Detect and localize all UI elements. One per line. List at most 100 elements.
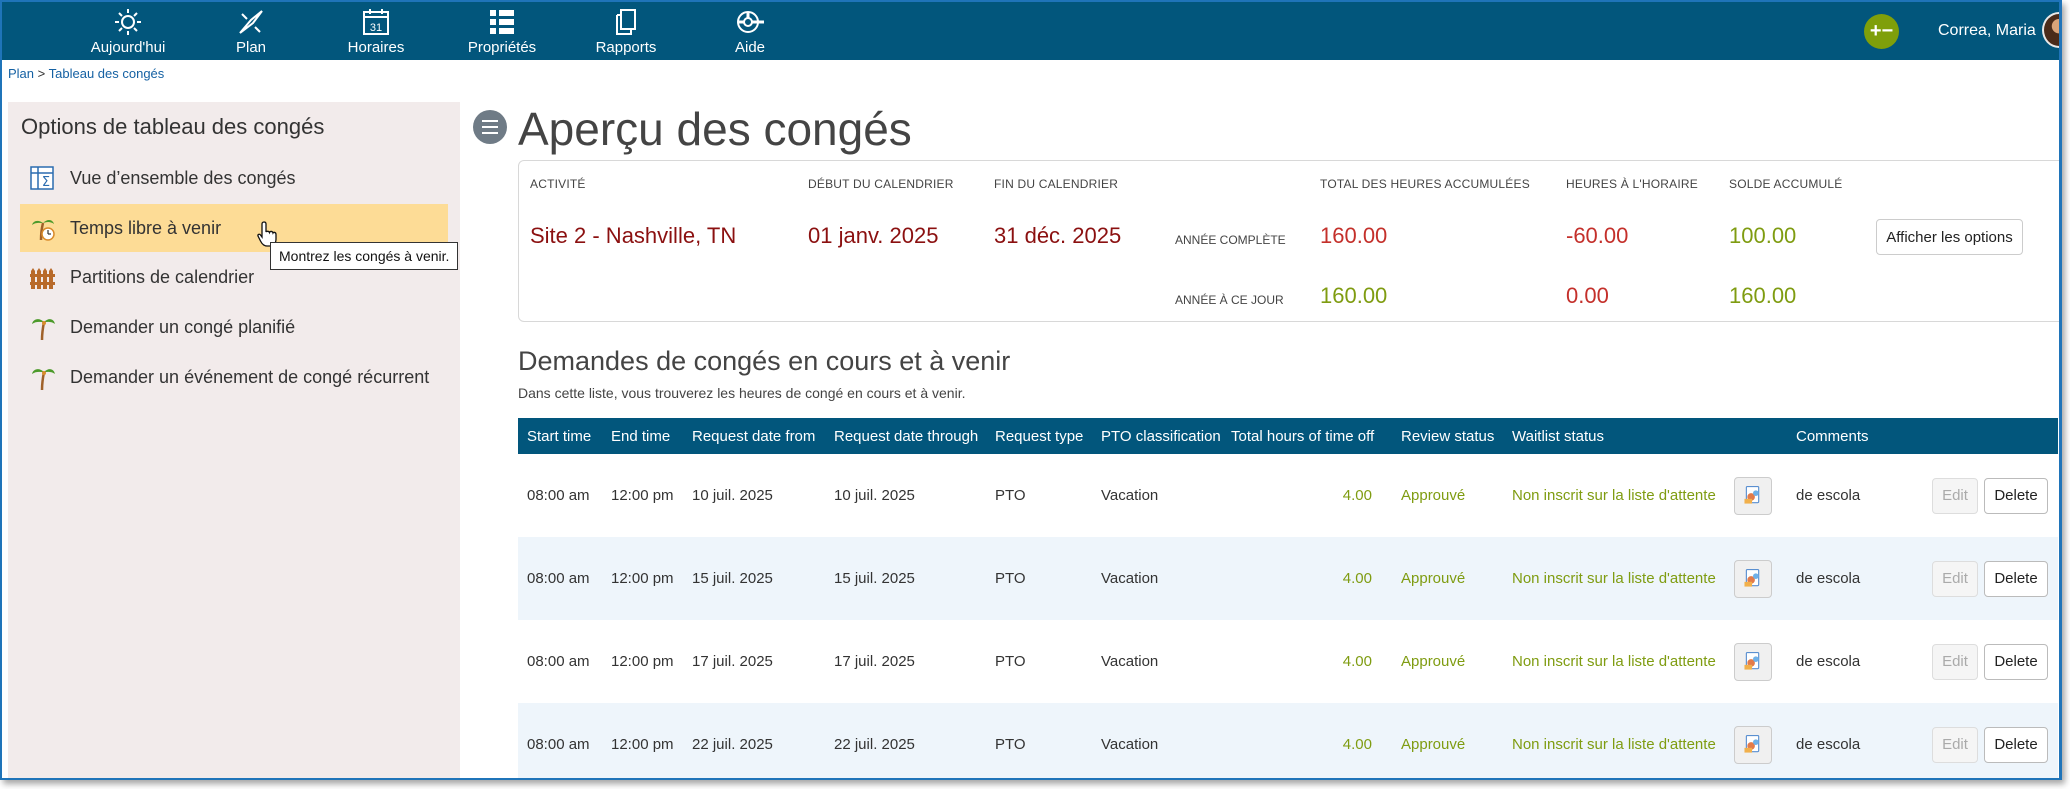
comments-cell: de escola (1796, 570, 1861, 587)
actions-cell: Edit Delete (1915, 537, 2058, 620)
edit-button[interactable]: Edit (1932, 477, 1978, 514)
waitlist-status-cell: Non inscrit sur la liste d'attente (1512, 570, 1716, 587)
section-title: Demandes de congés en cours et à venir (518, 346, 1011, 376)
nav-label: Rapports (595, 39, 657, 56)
documents-icon (616, 9, 636, 35)
sidebar-item-label: Temps libre à venir (70, 218, 222, 238)
show-options-button[interactable]: Afficher les options (1876, 219, 2023, 255)
start-time-cell: 08:00 am (527, 736, 590, 753)
header-accrued-balance: SOLDE ACCUMULÉ (1729, 177, 1843, 191)
request-type-cell: PTO (995, 570, 1026, 587)
user-name[interactable]: Correa, Maria (1938, 22, 2036, 40)
pto-classification-cell: Vacation (1101, 570, 1159, 587)
palm-tree-icon (32, 319, 55, 341)
column-header[interactable]: Request date from (683, 418, 825, 454)
waitlist-status-cell: Non inscrit sur la liste d'attente (1512, 736, 1716, 753)
delete-button[interactable]: Delete (1984, 726, 2048, 763)
hamburger-menu-icon[interactable] (473, 110, 507, 144)
column-header[interactable]: Review status (1392, 418, 1503, 454)
request-date-from-cell: 22 juil. 2025 (692, 736, 773, 753)
top-navigation-bar: Aujourd'hui Plan 31 Horaires Propriétés … (2, 2, 2059, 60)
column-header[interactable]: Waitlist status (1503, 418, 1725, 454)
full-year-label: ANNÉE COMPLÈTE (1175, 233, 1286, 247)
total-hours-cell: 4.00 (1342, 487, 1372, 504)
column-header[interactable]: PTO classification (1092, 418, 1222, 454)
delete-button[interactable]: Delete (1984, 560, 2048, 597)
nav-label: Plan (235, 39, 267, 56)
sidebar-item-label: Partitions de calendrier (70, 267, 255, 287)
actions-cell: Edit Delete (1915, 620, 2058, 703)
review-status-cell: Approuvé (1401, 570, 1466, 587)
breadcrumb-root-link[interactable]: Plan (8, 66, 34, 81)
sidebar-item-request-recurring-leave[interactable]: Demander un événement de congé récurrent (20, 353, 448, 401)
request-date-from-cell: 10 juil. 2025 (692, 487, 773, 504)
details-cell (1725, 703, 1787, 778)
delete-button[interactable]: Delete (1984, 477, 2048, 514)
table-row[interactable]: 08:00 am 12:00 pm 10 juil. 2025 10 juil.… (518, 454, 2058, 537)
header-calendar-start: DÉBUT DU CALENDRIER (808, 177, 954, 191)
end-time-cell: 12:00 pm (611, 487, 674, 504)
edit-button[interactable]: Edit (1932, 643, 1978, 680)
request-date-through-cell: 15 juil. 2025 (834, 570, 915, 587)
request-details-button[interactable] (1734, 476, 1772, 515)
sidebar: Options de tableau des congés Σ Vue d’en… (8, 102, 460, 778)
details-cell (1725, 537, 1787, 620)
request-type-cell: PTO (995, 736, 1026, 753)
header-calendar-end: FIN DU CALENDRIER (994, 177, 1119, 191)
sidebar-item-leave-overview[interactable]: Σ Vue d’ensemble des congés (20, 154, 448, 202)
request-details-button[interactable] (1734, 559, 1772, 598)
breadcrumb-current-link[interactable]: Tableau des congés (49, 66, 165, 81)
compass-icon (239, 10, 263, 34)
column-header[interactable]: Start time (518, 418, 602, 454)
details-icon (1744, 568, 1760, 587)
nav-item-help[interactable]: Aide (690, 6, 810, 58)
sun-icon (115, 9, 141, 35)
request-details-button[interactable] (1734, 642, 1772, 681)
edit-button[interactable]: Edit (1932, 726, 1978, 763)
nav-label: Aujourd'hui (90, 39, 166, 56)
request-date-through-cell: 22 juil. 2025 (834, 736, 915, 753)
full-year-scheduled-hours: -60.00 (1566, 223, 1629, 248)
request-date-through-cell: 17 juil. 2025 (834, 653, 915, 670)
edit-button[interactable]: Edit (1932, 560, 1978, 597)
table-row[interactable]: 08:00 am 12:00 pm 15 juil. 2025 15 juil.… (518, 537, 2058, 620)
leave-summary-panel: ACTIVITÉ DÉBUT DU CALENDRIER FIN DU CALE… (518, 160, 2059, 322)
nav-item-plan[interactable]: Plan (191, 6, 311, 58)
column-header[interactable]: Total hours of time off (1222, 418, 1392, 454)
table-row[interactable]: 08:00 am 12:00 pm 17 juil. 2025 17 juil.… (518, 620, 2058, 703)
nav-item-schedules[interactable]: 31 Horaires (316, 6, 436, 58)
column-header[interactable]: Comments (1787, 418, 1915, 454)
request-type-cell: PTO (995, 653, 1026, 670)
column-header[interactable]: Request date through (825, 418, 986, 454)
review-status-cell: Approuvé (1401, 487, 1466, 504)
column-header (1915, 418, 2058, 454)
header-scheduled-hours: HEURES À L'HORAIRE (1566, 177, 1698, 191)
details-icon (1744, 734, 1760, 753)
review-status-cell: Approuvé (1401, 736, 1466, 753)
nav-item-reports[interactable]: Rapports (566, 6, 686, 58)
avatar[interactable] (2042, 12, 2059, 48)
palm-tree-icon (32, 369, 55, 391)
list-icon (490, 10, 514, 34)
end-time-cell: 12:00 pm (611, 570, 674, 587)
details-icon (1744, 485, 1760, 504)
delete-button[interactable]: Delete (1984, 643, 2048, 680)
start-time-cell: 08:00 am (527, 487, 590, 504)
ytd-scheduled-hours: 0.00 (1566, 283, 1609, 308)
palm-clock-icon (32, 220, 55, 241)
calendar-end-value: 31 déc. 2025 (994, 223, 1122, 248)
request-date-from-cell: 15 juil. 2025 (692, 570, 773, 587)
tooltip: Montrez les congés à venir. (270, 242, 459, 270)
column-header[interactable]: Request type (986, 418, 1092, 454)
add-remove-button[interactable]: +− (1864, 14, 1899, 49)
total-hours-cell: 4.00 (1342, 570, 1372, 587)
pto-classification-cell: Vacation (1101, 487, 1159, 504)
nav-item-properties[interactable]: Propriétés (442, 6, 562, 58)
ytd-accrued-balance: 160.00 (1729, 283, 1797, 308)
sidebar-item-request-planned-leave[interactable]: Demander un congé planifié (20, 303, 448, 351)
column-header[interactable]: End time (602, 418, 683, 454)
table-row[interactable]: 08:00 am 12:00 pm 22 juil. 2025 22 juil.… (518, 703, 2058, 778)
request-details-button[interactable] (1734, 725, 1772, 764)
sidebar-title: Options de tableau des congés (21, 114, 325, 139)
nav-item-today[interactable]: Aujourd'hui (68, 6, 188, 58)
